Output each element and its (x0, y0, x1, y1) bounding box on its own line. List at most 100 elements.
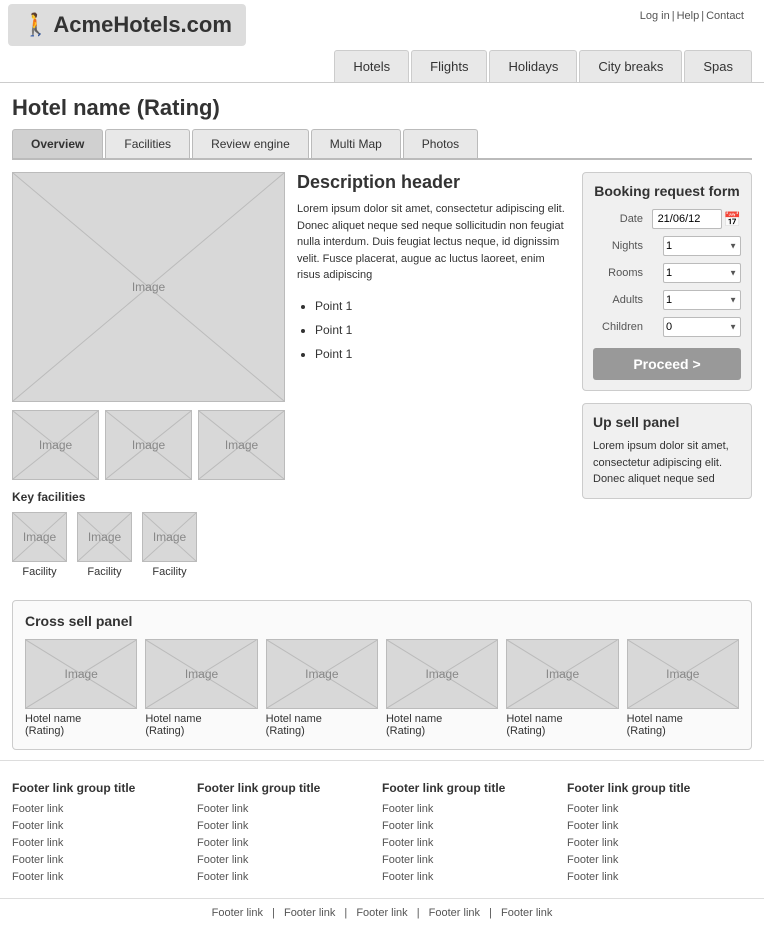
adults-row: Adults 123 (593, 290, 741, 310)
tab-bar: Overview Facilities Review engine Multi … (12, 129, 752, 160)
footer-link-1-1[interactable]: Footer link (197, 820, 372, 832)
footer-group-title-2: Footer link group title (382, 781, 557, 795)
footer-link-3-2[interactable]: Footer link (567, 837, 742, 849)
cross-sell-items: Image Hotel name(Rating) Image Hotel nam… (25, 639, 739, 737)
cross-sell-item-2[interactable]: Image Hotel name(Rating) (266, 639, 378, 737)
upsell-panel: Up sell panel Lorem ipsum dolor sit amet… (582, 403, 752, 499)
cross-sell-label-3: Hotel name(Rating) (386, 713, 498, 737)
cross-sell-label-2: Hotel name(Rating) (266, 713, 378, 737)
footer-link-3-1[interactable]: Footer link (567, 820, 742, 832)
footer-link-2-4[interactable]: Footer link (382, 871, 557, 883)
date-input[interactable] (652, 209, 722, 229)
cross-sell-item-4[interactable]: Image Hotel name(Rating) (506, 639, 618, 737)
footer-bottom-link-1[interactable]: Footer link (284, 907, 335, 919)
facility-label-1: Facility (22, 566, 56, 578)
description-header: Description header (297, 172, 570, 193)
cross-sell-item-0[interactable]: Image Hotel name(Rating) (25, 639, 137, 737)
tab-facilities[interactable]: Facilities (105, 129, 190, 158)
key-facilities-title: Key facilities (12, 490, 570, 504)
cross-sell-panel: Cross sell panel Image Hotel name(Rating… (12, 600, 752, 750)
footer-bottom-link-0[interactable]: Footer link (212, 907, 263, 919)
footer-link-1-0[interactable]: Footer link (197, 803, 372, 815)
nav-hotels[interactable]: Hotels (334, 50, 409, 82)
children-select[interactable]: 012 (663, 317, 741, 337)
footer-link-1-2[interactable]: Footer link (197, 837, 372, 849)
facility-label-2: Facility (87, 566, 121, 578)
tab-review-engine[interactable]: Review engine (192, 129, 309, 158)
footer-link-0-4[interactable]: Footer link (12, 871, 187, 883)
description-area: Description header Lorem ipsum dolor sit… (297, 172, 570, 480)
nights-row: Nights 1237 (593, 236, 741, 256)
footer-link-0-1[interactable]: Footer link (12, 820, 187, 832)
cross-sell-image-4: Image (506, 639, 618, 709)
facility-item-2: Image Facility (77, 512, 132, 578)
tab-multi-map[interactable]: Multi Map (311, 129, 401, 158)
right-panel: Booking request form Date 📅 Nights 1237 … (582, 172, 752, 578)
facility-item-1: Image Facility (12, 512, 67, 578)
cross-sell-item-1[interactable]: Image Hotel name(Rating) (145, 639, 257, 737)
nav-flights[interactable]: Flights (411, 50, 487, 82)
footer-link-1-3[interactable]: Footer link (197, 854, 372, 866)
logo: 🚶 AcmeHotels.com (8, 4, 246, 46)
rooms-label: Rooms (593, 267, 643, 279)
footer-col-0: Footer link group title Footer link Foot… (12, 781, 197, 888)
footer-bottom-link-4[interactable]: Footer link (501, 907, 552, 919)
footer-link-3-4[interactable]: Footer link (567, 871, 742, 883)
tab-photos[interactable]: Photos (403, 129, 478, 158)
footer-link-3-0[interactable]: Footer link (567, 803, 742, 815)
footer-link-2-3[interactable]: Footer link (382, 854, 557, 866)
cross-sell-image-2: Image (266, 639, 378, 709)
booking-form-title: Booking request form (593, 183, 741, 199)
footer-link-2-0[interactable]: Footer link (382, 803, 557, 815)
bullet-2: Point 1 (315, 318, 570, 342)
calendar-icon[interactable]: 📅 (724, 211, 741, 228)
adults-select[interactable]: 123 (663, 290, 741, 310)
logo-text: AcmeHotels.com (53, 12, 232, 38)
footer-link-2-2[interactable]: Footer link (382, 837, 557, 849)
left-panel: Image Image Image Image (12, 172, 570, 578)
cross-sell-item-3[interactable]: Image Hotel name(Rating) (386, 639, 498, 737)
logo-icon: 🚶 (22, 12, 49, 38)
upsell-text: Lorem ipsum dolor sit amet, consectetur … (593, 438, 741, 488)
footer-link-0-3[interactable]: Footer link (12, 854, 187, 866)
footer-bottom: Footer link | Footer link | Footer link … (0, 898, 764, 927)
bullet-list: Point 1 Point 1 Point 1 (297, 294, 570, 366)
cross-sell-item-5[interactable]: Image Hotel name(Rating) (627, 639, 739, 737)
key-facilities: Key facilities Image Facility Image Faci… (12, 490, 570, 578)
page-title: Hotel name (Rating) (0, 83, 764, 129)
footer-link-0-2[interactable]: Footer link (12, 837, 187, 849)
proceed-button[interactable]: Proceed > (593, 348, 741, 380)
nav-city-breaks[interactable]: City breaks (579, 50, 682, 82)
booking-form: Booking request form Date 📅 Nights 1237 … (582, 172, 752, 391)
cross-sell-image-3: Image (386, 639, 498, 709)
footer-link-2-1[interactable]: Footer link (382, 820, 557, 832)
rooms-row: Rooms 123 (593, 263, 741, 283)
nav-spas[interactable]: Spas (684, 50, 752, 82)
nav-holidays[interactable]: Holidays (489, 50, 577, 82)
adults-label: Adults (593, 294, 643, 306)
cross-sell-label-0: Hotel name(Rating) (25, 713, 137, 737)
facility-image-2: Image (77, 512, 132, 562)
nights-select[interactable]: 1237 (663, 236, 741, 256)
bullet-3: Point 1 (315, 342, 570, 366)
top-bar: Log in | Help | Contact (628, 4, 756, 28)
footer-col-3: Footer link group title Footer link Foot… (567, 781, 752, 888)
nights-label: Nights (593, 240, 643, 252)
footer-link-1-4[interactable]: Footer link (197, 871, 372, 883)
help-link[interactable]: Help (677, 10, 700, 22)
tab-overview[interactable]: Overview (12, 129, 103, 158)
footer-bottom-link-3[interactable]: Footer link (429, 907, 480, 919)
contact-link[interactable]: Contact (706, 10, 744, 22)
cross-sell-label-1: Hotel name(Rating) (145, 713, 257, 737)
footer-bottom-link-2[interactable]: Footer link (356, 907, 407, 919)
login-link[interactable]: Log in (640, 10, 670, 22)
main-image: Image (12, 172, 285, 402)
footer-link-3-3[interactable]: Footer link (567, 854, 742, 866)
cross-sell-image-1: Image (145, 639, 257, 709)
description-body: Lorem ipsum dolor sit amet, consectetur … (297, 201, 570, 284)
footer-group-title-1: Footer link group title (197, 781, 372, 795)
thumbnail-1: Image (12, 410, 99, 480)
footer-link-0-0[interactable]: Footer link (12, 803, 187, 815)
facility-item-3: Image Facility (142, 512, 197, 578)
rooms-select[interactable]: 123 (663, 263, 741, 283)
